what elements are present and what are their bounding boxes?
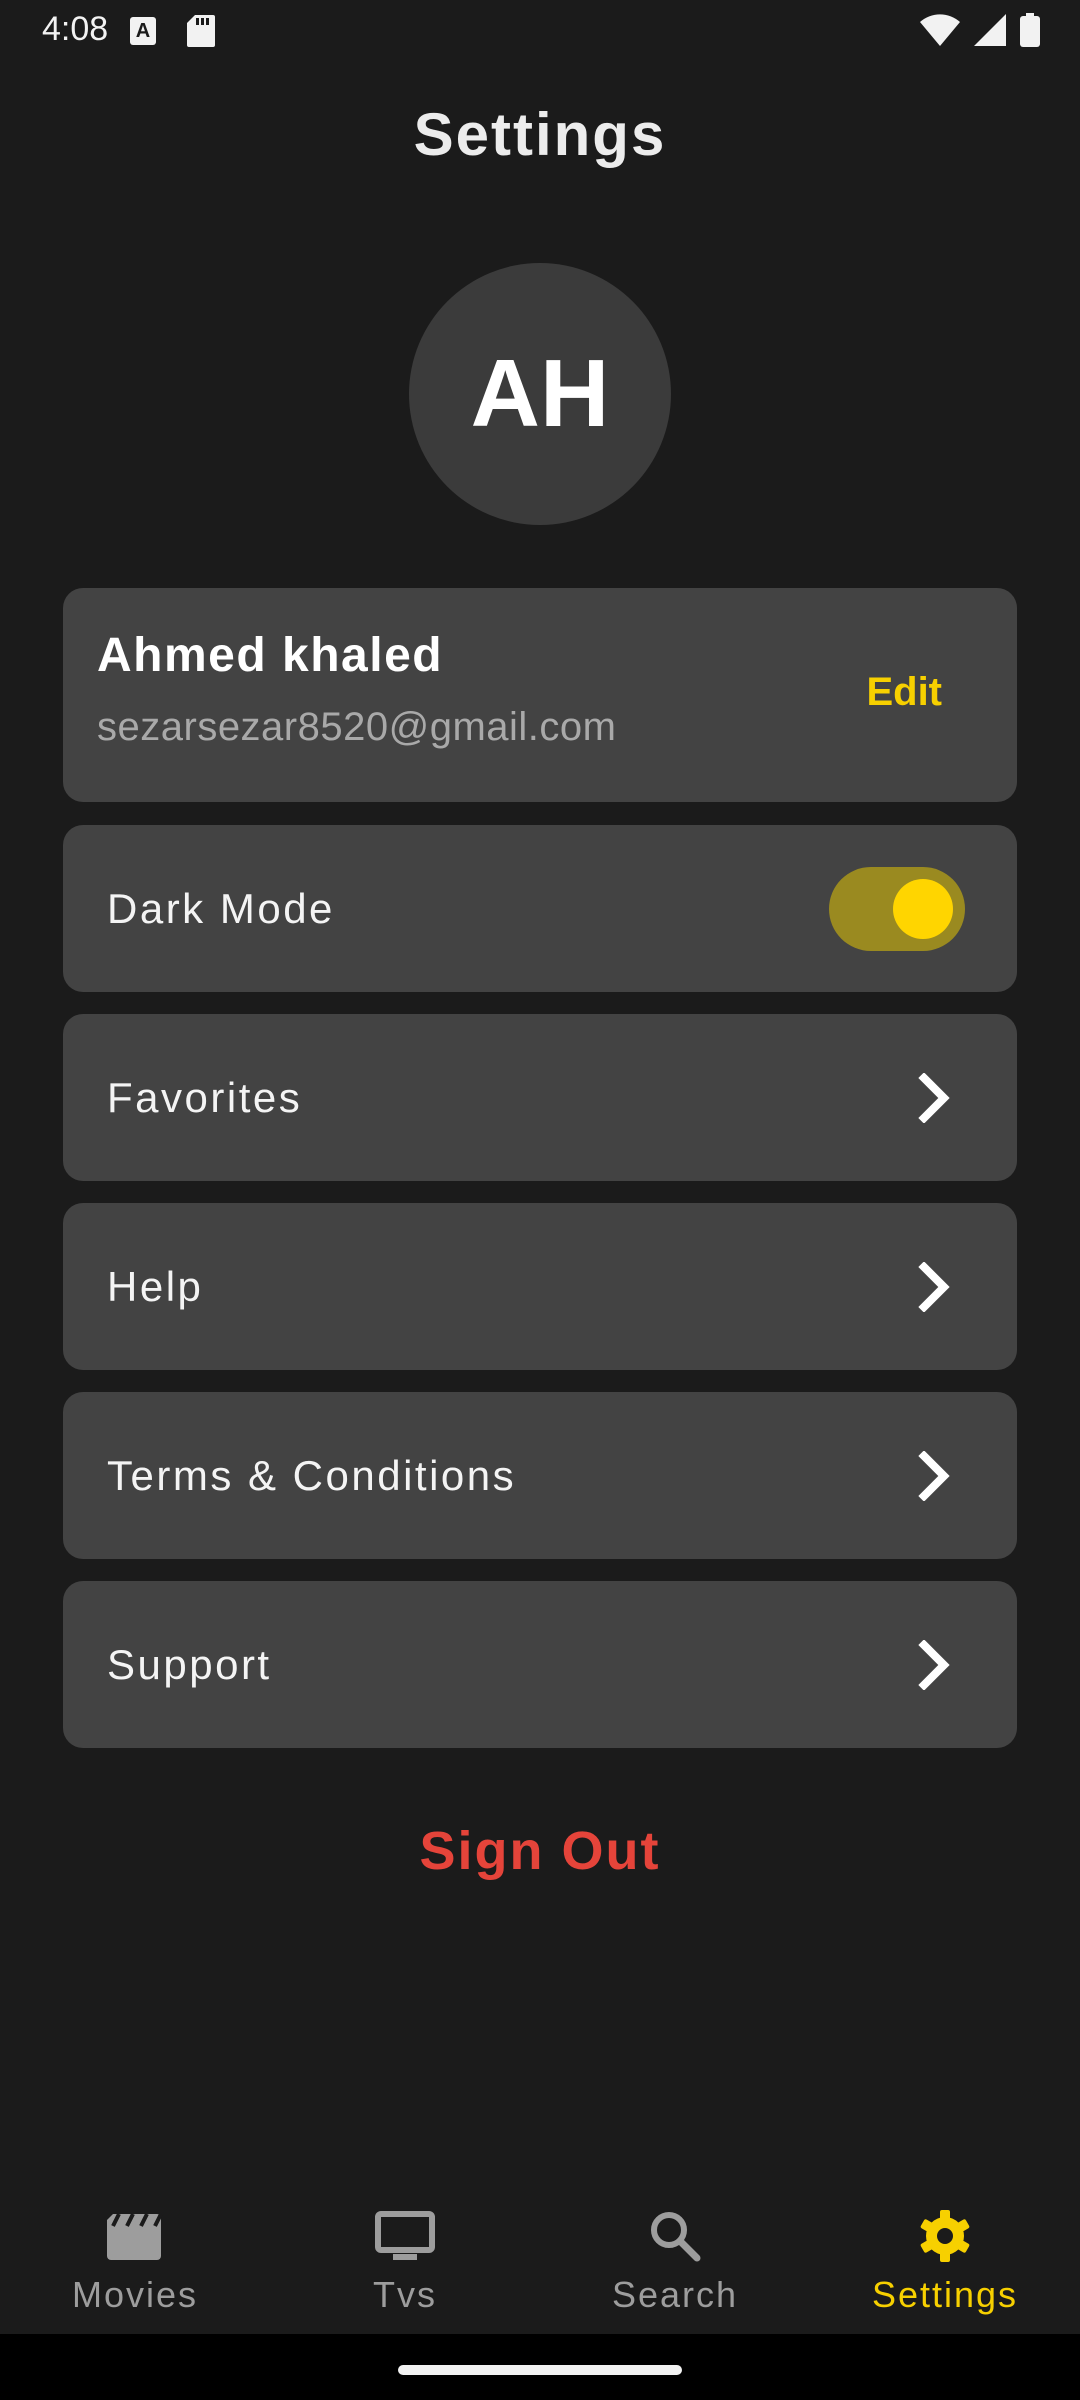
chevron-right-icon (915, 1639, 955, 1691)
edit-profile-button[interactable]: Edit (866, 670, 942, 715)
avatar: AH (409, 263, 671, 525)
status-bar: 4:08 A (0, 0, 1080, 64)
profile-email: sezarsezar8520@gmail.com (97, 705, 617, 749)
bottom-nav: Movies Tvs Search Settings (0, 2186, 1080, 2334)
support-row[interactable]: Support (63, 1581, 1017, 1748)
favorites-row[interactable]: Favorites (63, 1014, 1017, 1181)
sd-card-icon (187, 15, 215, 47)
profile-name: Ahmed khaled (97, 629, 444, 682)
profile-card: Ahmed khaled sezarsezar8520@gmail.com Ed… (63, 588, 1017, 802)
nav-item-settings[interactable]: Settings (810, 2186, 1080, 2334)
chevron-right-icon (915, 1072, 955, 1124)
status-time: 4:08 (42, 10, 109, 48)
terms-label: Terms & Conditions (107, 1451, 517, 1499)
a-notification-icon: A (130, 17, 156, 45)
clapperboard-icon (103, 2206, 167, 2266)
tv-icon (373, 2206, 437, 2266)
help-row[interactable]: Help (63, 1203, 1017, 1370)
help-label: Help (107, 1262, 204, 1310)
gesture-navigation-area (0, 2334, 1080, 2400)
sign-out-button[interactable]: Sign Out (0, 1820, 1080, 1882)
nav-item-movies[interactable]: Movies (0, 2186, 270, 2334)
avatar-initials: AH (470, 340, 610, 447)
page-title: Settings (413, 101, 667, 168)
support-label: Support (107, 1640, 272, 1688)
battery-icon (1020, 12, 1040, 52)
nav-label-movies: Movies (71, 2274, 199, 2315)
nav-label-tvs: Tvs (373, 2274, 437, 2315)
nav-label-settings: Settings (871, 2274, 1019, 2315)
chevron-right-icon (915, 1450, 955, 1502)
gear-icon (913, 2206, 977, 2266)
search-icon (643, 2206, 707, 2266)
nav-item-tvs[interactable]: Tvs (270, 2186, 540, 2334)
nav-label-search: Search (611, 2274, 739, 2315)
dark-mode-row[interactable]: Dark Mode (63, 825, 1017, 992)
toggle-knob (893, 878, 953, 939)
signal-icon (974, 13, 1006, 51)
chevron-right-icon (915, 1261, 955, 1313)
terms-row[interactable]: Terms & Conditions (63, 1392, 1017, 1559)
favorites-label: Favorites (107, 1073, 303, 1121)
home-gesture-handle[interactable] (398, 2365, 682, 2375)
dark-mode-toggle[interactable] (829, 866, 965, 951)
wifi-icon (920, 13, 960, 51)
nav-item-search[interactable]: Search (540, 2186, 810, 2334)
dark-mode-label: Dark Mode (107, 884, 335, 932)
